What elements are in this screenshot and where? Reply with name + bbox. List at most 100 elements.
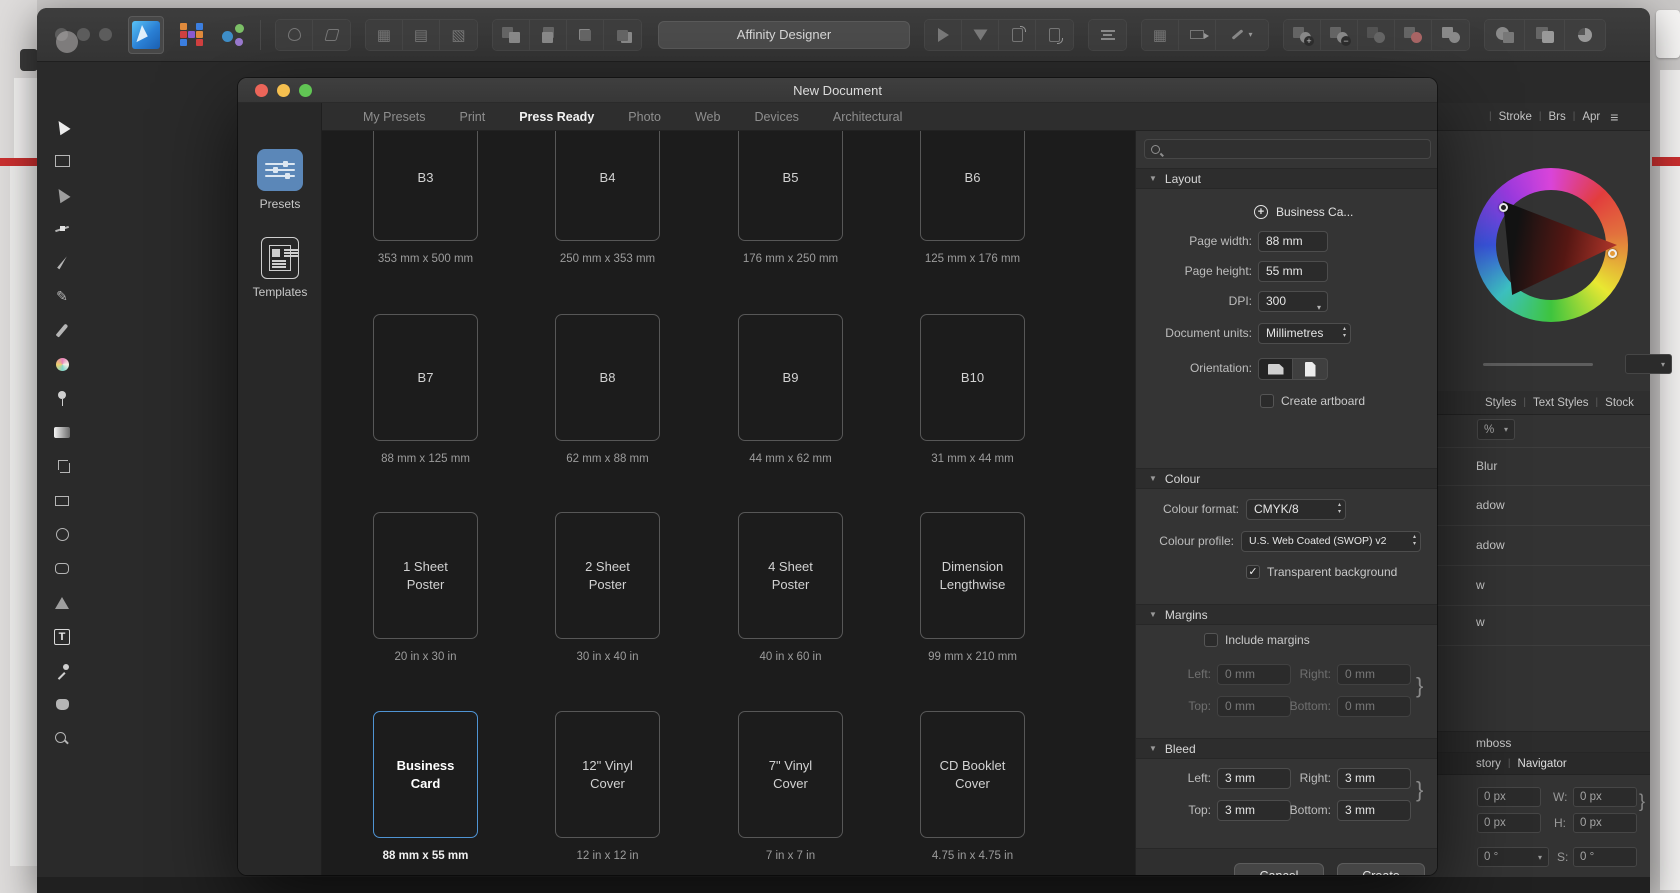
margin-right-input[interactable]: 0 mm <box>1337 664 1411 685</box>
panel-menu-icon[interactable]: ≡ <box>1610 109 1618 125</box>
arrange-front-button[interactable] <box>493 20 530 50</box>
colour-option-dropdown[interactable]: ▾ <box>1625 354 1672 374</box>
move-to-button[interactable] <box>1179 20 1216 50</box>
designer-persona-button[interactable] <box>128 16 164 54</box>
dialog-close-icon[interactable] <box>255 84 268 97</box>
colour-picker-tool[interactable] <box>49 660 75 681</box>
opacity-percent-dropdown[interactable]: % ▾ <box>1477 419 1515 440</box>
fx-item-outer-shadow[interactable]: adow <box>1476 498 1505 512</box>
transform-y-field[interactable]: 0 px <box>1477 813 1541 833</box>
shear-button[interactable] <box>313 20 350 50</box>
preset-card-b5[interactable]: B5176 mm x 250 mm <box>738 131 843 265</box>
preset-card-4-sheet-poster[interactable]: 4 Sheet Poster40 in x 60 in <box>738 512 843 663</box>
saturation-selector-dot[interactable] <box>1608 249 1617 258</box>
preset-card-dimension-lengthwise[interactable]: Dimension Lengthwise99 mm x 210 mm <box>920 512 1025 663</box>
pencil-tool[interactable]: ✎ <box>49 286 75 307</box>
transform-rotation-field[interactable]: 0 ° ▾ <box>1477 847 1549 867</box>
link-bleed-icon[interactable]: } <box>1416 777 1423 803</box>
preset-card-b3[interactable]: B3353 mm x 500 mm <box>373 131 478 265</box>
grid-plane-button[interactable]: ▧ <box>440 20 477 50</box>
tab-press-ready[interactable]: Press Ready <box>502 103 611 131</box>
margin-bottom-input[interactable]: 0 mm <box>1337 696 1411 717</box>
gradient-tool[interactable] <box>49 422 75 443</box>
transform-s-field[interactable]: 0 ° <box>1573 847 1637 867</box>
preset-card-1-sheet-poster[interactable]: 1 Sheet Poster20 in x 30 in <box>373 512 478 663</box>
arrange-back-button[interactable] <box>604 20 641 50</box>
tab-stroke[interactable]: Stroke <box>1499 111 1532 123</box>
tab-photo[interactable]: Photo <box>611 103 678 131</box>
rounded-rectangle-tool[interactable] <box>49 558 75 579</box>
rotation-lock-button[interactable] <box>276 20 313 50</box>
sidebar-item-presets[interactable]: Presets <box>238 149 322 211</box>
tab-text-styles[interactable]: Text Styles <box>1533 397 1589 409</box>
tab-architectural[interactable]: Architectural <box>816 103 919 131</box>
sidebar-item-templates[interactable]: Templates <box>238 237 322 299</box>
link-margins-icon[interactable]: } <box>1416 673 1423 699</box>
preset-card-b6[interactable]: B6125 mm x 176 mm <box>920 131 1025 265</box>
boolean-intersect-button[interactable] <box>1358 20 1395 50</box>
rotate-ccw-button[interactable] <box>999 20 1036 50</box>
dialog-zoom-icon[interactable] <box>299 84 312 97</box>
zoom-tool[interactable] <box>49 728 75 749</box>
pen-options-button[interactable]: ▾ <box>1216 20 1268 50</box>
arrange-forward-button[interactable] <box>530 20 567 50</box>
tab-styles[interactable]: Styles <box>1485 397 1516 409</box>
tab-stock[interactable]: Stock <box>1605 397 1634 409</box>
document-units-stepper[interactable]: Millimetres ▴▾ <box>1258 323 1351 344</box>
transform-h-field[interactable]: 0 px <box>1573 813 1637 833</box>
tab-web[interactable]: Web <box>678 103 737 131</box>
pen-tool[interactable] <box>49 252 75 273</box>
orientation-landscape-button[interactable] <box>1258 358 1293 380</box>
artboard-tool[interactable] <box>49 150 75 171</box>
bleed-right-input[interactable]: 3 mm <box>1337 768 1411 789</box>
flip-horizontal-button[interactable] <box>925 20 962 50</box>
dialog-minimize-icon[interactable] <box>277 84 290 97</box>
transform-x-field[interactable]: 0 px <box>1477 787 1541 807</box>
link-wh-icon[interactable]: } <box>1639 791 1645 812</box>
boolean-divide-button[interactable] <box>1395 20 1432 50</box>
pixel-persona-button[interactable] <box>176 20 206 50</box>
preset-card-b7[interactable]: B788 mm x 125 mm <box>373 314 478 465</box>
colour-format-stepper[interactable]: CMYK/8 ▴▾ <box>1246 499 1346 520</box>
preset-card-cd-booklet-cover[interactable]: CD Booklet Cover4.75 in x 4.75 in <box>920 711 1025 862</box>
hand-tool[interactable] <box>49 694 75 715</box>
preset-card-b4[interactable]: B4250 mm x 353 mm <box>555 131 660 265</box>
include-margins-checkbox[interactable] <box>1204 633 1218 647</box>
tab-devices[interactable]: Devices <box>737 103 815 131</box>
page-width-input[interactable]: 88 mm <box>1258 231 1328 252</box>
bleed-bottom-input[interactable]: 3 mm <box>1337 800 1411 821</box>
grid-button[interactable]: ▤ <box>403 20 440 50</box>
cancel-button[interactable]: Cancel <box>1234 863 1324 875</box>
zoom-window-icon[interactable] <box>99 28 112 41</box>
node-tool[interactable] <box>49 218 75 239</box>
orientation-portrait-button[interactable] <box>1293 358 1328 380</box>
preset-card-b9[interactable]: B944 mm x 62 mm <box>738 314 843 465</box>
geometry-overlap-button[interactable] <box>1525 20 1565 50</box>
ellipse-tool[interactable] <box>49 524 75 545</box>
arrange-backward-button[interactable] <box>567 20 604 50</box>
rectangle-tool[interactable] <box>49 490 75 511</box>
flip-vertical-button[interactable] <box>962 20 999 50</box>
tab-appearance[interactable]: Apr <box>1582 111 1600 123</box>
tab-history[interactable]: story <box>1476 758 1501 770</box>
fill-tool[interactable] <box>49 388 75 409</box>
text-tool[interactable]: T <box>49 626 75 647</box>
node-select-tool[interactable] <box>49 184 75 205</box>
layout-section-header[interactable]: ▼ Layout <box>1136 168 1437 189</box>
tab-brushes[interactable]: Brs <box>1548 111 1565 123</box>
bleed-section-header[interactable]: ▼ Bleed <box>1136 738 1437 759</box>
geometry-pie-button[interactable] <box>1565 20 1605 50</box>
alignment-button[interactable] <box>1089 20 1126 50</box>
hue-selector-dot[interactable] <box>1499 203 1508 212</box>
crop-tool[interactable] <box>49 456 75 477</box>
tab-navigator[interactable]: Navigator <box>1518 758 1567 770</box>
transform-w-field[interactable]: 0 px <box>1573 787 1637 807</box>
preset-card-business-card[interactable]: Business Card88 mm x 55 mm <box>373 711 478 862</box>
rotate-cw-button[interactable] <box>1036 20 1073 50</box>
colour-slider[interactable] <box>1483 363 1593 366</box>
dpi-dropdown[interactable]: 300▾ <box>1258 291 1328 312</box>
preset-card-b10[interactable]: B1031 mm x 44 mm <box>920 314 1025 465</box>
preset-card-12in-vinyl-cover[interactable]: 12" Vinyl Cover12 in x 12 in <box>555 711 660 862</box>
tab-print[interactable]: Print <box>443 103 503 131</box>
emboss-label[interactable]: mboss <box>1476 736 1511 750</box>
